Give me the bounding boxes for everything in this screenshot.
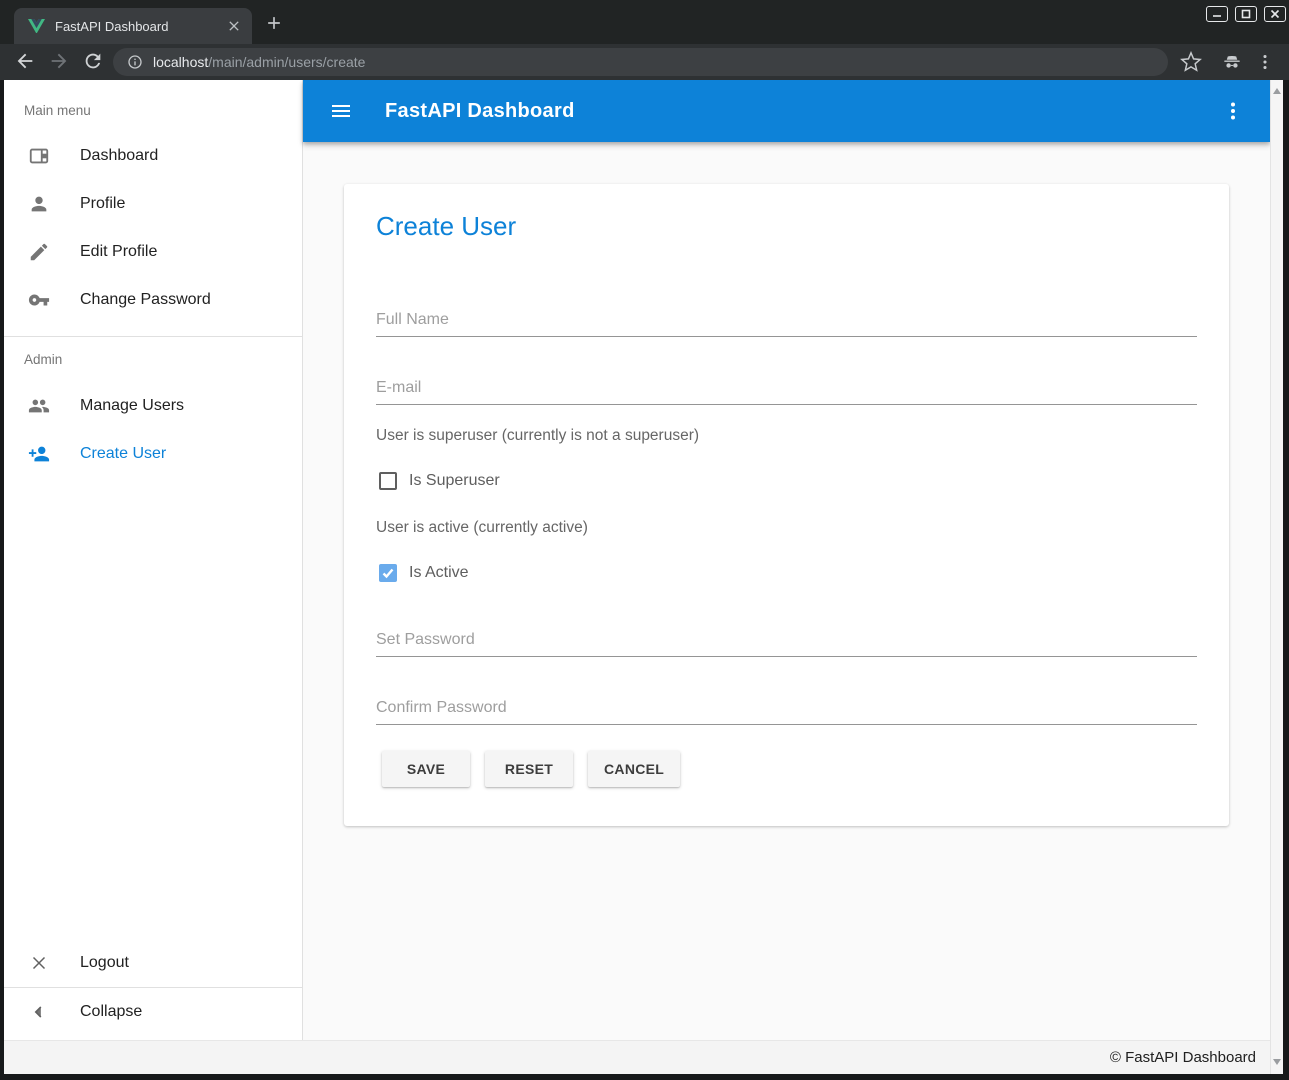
superuser-hint: User is superuser (currently is not a su… — [376, 427, 699, 445]
sidebar-item-profile[interactable]: Profile — [4, 180, 302, 228]
sidebar-section-main-menu: Main menu — [4, 80, 302, 132]
sidebar-item-dashboard[interactable]: Dashboard — [4, 132, 302, 180]
save-button[interactable]: SAVE — [382, 751, 470, 787]
page-scrollbar[interactable] — [1270, 80, 1283, 1074]
sidebar-bottom: Logout Collapse — [4, 939, 302, 1036]
full-name-input[interactable] — [376, 311, 1197, 337]
tab-title: FastAPI Dashboard — [55, 19, 226, 34]
footer: © FastAPI Dashboard — [4, 1040, 1270, 1074]
person-add-icon — [28, 443, 50, 465]
confirm-password-field-wrap — [376, 699, 1197, 725]
window-close-icon[interactable] — [1264, 6, 1286, 22]
email-input[interactable] — [376, 379, 1197, 405]
tab-close-icon[interactable] — [226, 18, 242, 34]
form-buttons: SAVE RESET CANCEL — [382, 751, 680, 787]
person-icon — [28, 193, 50, 215]
window-maximize-icon[interactable] — [1235, 6, 1257, 22]
close-icon — [28, 952, 50, 974]
confirm-password-input[interactable] — [376, 699, 1197, 725]
url-text: localhost/main/admin/users/create — [153, 54, 365, 70]
page-title: Create User — [376, 211, 516, 242]
appbar-title: FastAPI Dashboard — [385, 100, 575, 123]
key-icon — [28, 289, 50, 311]
incognito-icon — [1221, 51, 1243, 73]
window-controls — [1206, 6, 1286, 22]
site-info-icon[interactable] — [127, 54, 143, 70]
is-active-checkbox-row[interactable]: Is Active — [379, 564, 469, 582]
active-hint: User is active (currently active) — [376, 519, 588, 537]
sidebar-item-label: Dashboard — [80, 147, 158, 165]
browser-toolbar: localhost/main/admin/users/create — [0, 44, 1289, 80]
reset-button[interactable]: RESET — [485, 751, 573, 787]
checkbox-label: Is Superuser — [409, 472, 500, 490]
bookmark-star-icon[interactable] — [1180, 51, 1202, 73]
page-viewport: FastAPI Dashboard Main menu Dashboard Pr… — [4, 80, 1283, 1074]
menu-hamburger-icon[interactable] — [329, 99, 353, 123]
sidebar-item-label: Create User — [80, 445, 166, 463]
full-name-field-wrap — [376, 311, 1197, 337]
address-bar[interactable]: localhost/main/admin/users/create — [113, 48, 1168, 76]
scroll-up-icon[interactable] — [1273, 88, 1281, 94]
sidebar-item-change-password[interactable]: Change Password — [4, 276, 302, 324]
sidebar-item-manage-users[interactable]: Manage Users — [4, 382, 302, 430]
is-superuser-checkbox-row[interactable]: Is Superuser — [379, 472, 500, 490]
url-path: /main/admin/users/create — [208, 54, 365, 70]
sidebar: Main menu Dashboard Profile Edit Profile… — [4, 80, 303, 1040]
sidebar-item-logout[interactable]: Logout — [4, 939, 302, 987]
browser-menu-icon[interactable] — [1254, 51, 1276, 73]
appbar-kebab-icon[interactable] — [1221, 99, 1245, 123]
forward-icon[interactable] — [48, 50, 72, 74]
create-user-card: Create User User is superuser (currently… — [344, 184, 1229, 826]
set-password-input[interactable] — [376, 631, 1197, 657]
is-superuser-checkbox[interactable] — [379, 472, 397, 490]
cancel-button[interactable]: CANCEL — [588, 751, 680, 787]
set-password-field-wrap — [376, 631, 1197, 657]
appbar: FastAPI Dashboard — [303, 80, 1270, 142]
back-icon[interactable] — [14, 50, 38, 74]
url-host: localhost — [153, 54, 208, 70]
checkbox-label: Is Active — [409, 564, 469, 582]
email-field-wrap — [376, 379, 1197, 405]
new-tab-icon[interactable] — [264, 13, 284, 33]
dashboard-icon — [28, 145, 50, 167]
sidebar-item-label: Collapse — [80, 1003, 142, 1021]
sidebar-section-admin: Admin — [4, 337, 302, 382]
window-minimize-icon[interactable] — [1206, 6, 1228, 22]
sidebar-item-label: Edit Profile — [80, 243, 157, 261]
is-active-checkbox[interactable] — [379, 564, 397, 582]
browser-tab[interactable]: FastAPI Dashboard — [14, 8, 252, 44]
scroll-down-icon[interactable] — [1273, 1059, 1281, 1065]
sidebar-item-label: Change Password — [80, 291, 211, 309]
chevron-left-icon — [28, 1001, 50, 1023]
sidebar-item-create-user[interactable]: Create User — [4, 430, 302, 478]
sidebar-item-edit-profile[interactable]: Edit Profile — [4, 228, 302, 276]
browser-titlebar: FastAPI Dashboard — [0, 0, 1289, 44]
sidebar-item-label: Logout — [80, 954, 129, 972]
sidebar-item-label: Manage Users — [80, 397, 184, 415]
pencil-icon — [28, 241, 50, 263]
footer-copyright: © FastAPI Dashboard — [1110, 1049, 1256, 1066]
reload-icon[interactable] — [82, 50, 106, 74]
vue-logo-icon — [28, 19, 45, 34]
sidebar-item-collapse[interactable]: Collapse — [4, 988, 302, 1036]
people-icon — [28, 395, 50, 417]
sidebar-item-label: Profile — [80, 195, 125, 213]
